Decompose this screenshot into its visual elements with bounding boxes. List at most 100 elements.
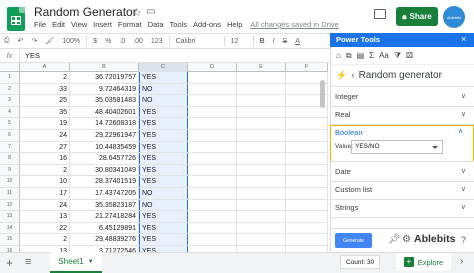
row-number[interactable]: 7 [0, 141, 20, 153]
cell-d[interactable] [188, 95, 237, 106]
save-status[interactable]: All changes saved in Drive [250, 20, 338, 29]
cell-b[interactable]: 28.37401519 [70, 176, 139, 187]
select-all-corner[interactable] [0, 63, 20, 72]
cell-c[interactable]: YES [139, 106, 188, 118]
row-number[interactable]: 11 [0, 187, 20, 199]
column-header-d[interactable]: D [188, 63, 237, 72]
row-number[interactable]: 13 [0, 211, 20, 222]
cell-f[interactable] [286, 176, 328, 187]
column-header-c[interactable]: C [139, 63, 188, 72]
back-arrow-icon[interactable]: ⚡ [336, 70, 347, 81]
cell-b[interactable]: 10.44835459 [70, 141, 139, 153]
more-formats-button[interactable]: 123 [151, 38, 163, 45]
chevron-up-icon[interactable]: ∧ [458, 127, 463, 135]
menu-addons[interactable]: Add-ons [193, 20, 221, 29]
cell-b[interactable]: 6.45129891 [70, 222, 139, 234]
row-number[interactable]: 4 [0, 106, 20, 118]
row-number[interactable]: 15 [0, 234, 20, 245]
caret-down-icon[interactable]: ▼ [88, 259, 94, 265]
cell-d[interactable] [188, 106, 237, 118]
cell-f[interactable] [286, 187, 328, 199]
cell-c[interactable]: YES [139, 164, 188, 176]
cell-a[interactable]: 17 [20, 187, 70, 199]
cell-e[interactable] [237, 164, 286, 176]
cell-b[interactable]: 30.80341049 [70, 164, 139, 176]
cell-f[interactable] [286, 129, 328, 141]
cell-f[interactable] [286, 141, 328, 153]
cell-e[interactable] [237, 222, 286, 234]
cell-d[interactable] [188, 222, 237, 234]
cell-e[interactable] [237, 95, 286, 106]
row-number[interactable]: 1 [0, 72, 20, 83]
menu-data[interactable]: Data [148, 20, 164, 29]
cell-a[interactable]: 2 [20, 164, 70, 176]
avatar[interactable]: Ablebits [443, 6, 465, 28]
font-size-select[interactable]: 12 [231, 38, 247, 45]
cell-a[interactable]: 22 [20, 222, 70, 234]
gear-icon[interactable]: ⚙ [402, 234, 411, 245]
cell-c[interactable]: YES [139, 234, 188, 245]
add-sheet-button[interactable]: + [6, 256, 13, 270]
cell-a[interactable]: 19 [20, 118, 70, 129]
percent-button[interactable]: % [105, 38, 111, 45]
text-case-icon[interactable]: Aa [379, 51, 389, 60]
bold-button[interactable]: B [260, 38, 265, 45]
cell-a[interactable]: 25 [20, 95, 70, 106]
cell-c[interactable]: NO [139, 187, 188, 199]
spreadsheet-grid[interactable]: A B C D E F 1 2 36.72019757 YES 2 33 9.7246431… [0, 63, 328, 252]
selection-count[interactable]: Count: 30 [340, 255, 381, 269]
cell-e[interactable] [237, 234, 286, 245]
cell-f[interactable] [286, 211, 328, 222]
cell-d[interactable] [188, 141, 237, 153]
star-icon[interactable]: ☆ [132, 6, 142, 19]
cell-b[interactable]: 35.35823187 [70, 199, 139, 211]
cell-b[interactable]: 48.40402601 [70, 106, 139, 118]
row-number[interactable]: 12 [0, 199, 20, 211]
cell-d[interactable] [188, 187, 237, 199]
cell-f[interactable] [286, 118, 328, 129]
row-number[interactable]: 9 [0, 164, 20, 176]
cell-e[interactable] [237, 199, 286, 211]
cell-c[interactable]: YES [139, 72, 188, 83]
cell-a[interactable]: 27 [20, 141, 70, 153]
section-integer[interactable]: Integer ∨ [330, 87, 474, 107]
row-number[interactable]: 14 [0, 222, 20, 234]
currency-button[interactable]: $ [93, 38, 97, 45]
section-date[interactable]: Date ∨ [330, 162, 474, 182]
cell-a[interactable]: 24 [20, 129, 70, 141]
cell-a[interactable]: 35 [20, 106, 70, 118]
cell-f[interactable] [286, 164, 328, 176]
cell-f[interactable] [286, 234, 328, 245]
cell-f[interactable] [286, 199, 328, 211]
print-icon[interactable]: ⎙ [4, 37, 10, 45]
cell-d[interactable] [188, 129, 237, 141]
cell-a[interactable]: 10 [20, 176, 70, 187]
column-header-f[interactable]: F [286, 63, 328, 72]
sum-icon[interactable]: Σ [369, 51, 374, 60]
cell-f[interactable] [286, 106, 328, 118]
menu-view[interactable]: View [71, 20, 87, 29]
formula-input[interactable]: YES [20, 51, 40, 60]
row-number[interactable]: 3 [0, 95, 20, 106]
cell-c[interactable]: YES [139, 141, 188, 153]
cell-d[interactable] [188, 211, 237, 222]
menu-help[interactable]: Help [227, 20, 242, 29]
cell-a[interactable]: 16 [20, 153, 70, 164]
menu-file[interactable]: File [34, 20, 46, 29]
font-select[interactable]: Calibri [176, 38, 218, 45]
document-title[interactable]: Random Generator [34, 5, 137, 19]
paint-format-icon[interactable]: 🖌︎ [45, 37, 54, 45]
undo-icon[interactable]: ↶ [18, 37, 24, 45]
folder-icon[interactable]: ▭ [146, 6, 155, 17]
cell-b[interactable]: 17.43747205 [70, 187, 139, 199]
sheet-tab[interactable]: Sheet1 ▼ [50, 252, 102, 273]
cell-e[interactable] [237, 153, 286, 164]
cell-b[interactable]: 21.27418284 [70, 211, 139, 222]
cell-a[interactable]: 2 [20, 234, 70, 245]
section-real[interactable]: Real ∨ [330, 105, 474, 125]
text-color-button[interactable]: A [295, 38, 300, 45]
dedupe-icon[interactable]: ⧉ [346, 51, 352, 61]
cell-e[interactable] [237, 106, 286, 118]
sheets-logo-icon[interactable] [7, 7, 25, 31]
pin-icon[interactable]: 📌︎ [388, 234, 401, 245]
